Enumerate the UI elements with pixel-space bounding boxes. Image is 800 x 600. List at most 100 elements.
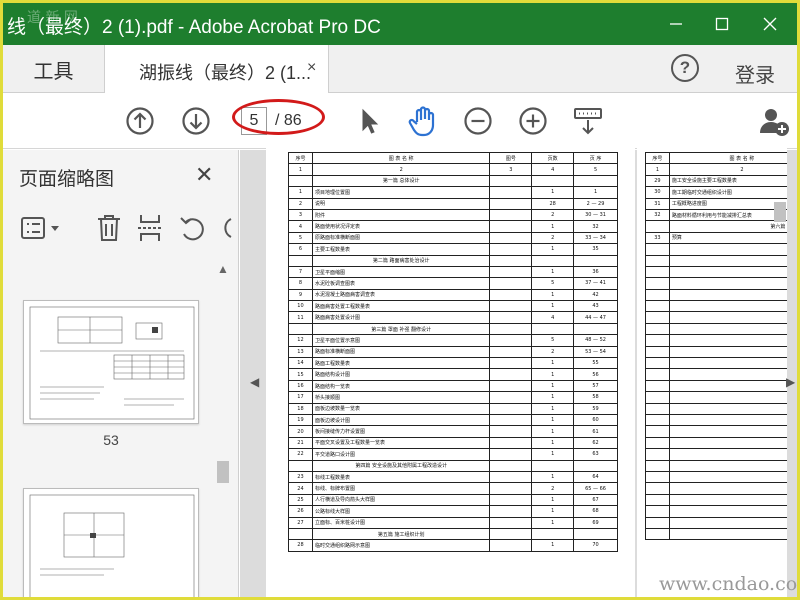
table-row: 28 临时交通组织路网示意图 1 70 [288,539,618,552]
thumbnail-scrollbar[interactable]: ▲ [213,256,233,597]
table-row: 12 卫星平面位置示意图 5 48 — 52 [288,334,618,347]
table-row: 25 人行横道及导向箭头大样图 1 67 [288,493,618,507]
scrollbar-thumb[interactable] [217,461,229,483]
zoom-out-button[interactable] [462,105,494,137]
table-cell [645,391,670,404]
table-cell: 48 — 52 [573,334,618,347]
table-cell: 项目地理位置图 [311,186,491,199]
prev-page-button[interactable] [124,105,156,137]
scrollbar-thumb[interactable] [774,202,786,222]
table-row [645,459,787,472]
table-row: 9 水泥混凝土路面病害调查表 1 42 [288,288,618,302]
table-cell: 16 [288,379,313,393]
table-row: 2 说明 28 2 — 29 [288,197,618,210]
table-cell: 5 [573,163,618,176]
table-cell [489,174,533,188]
close-window-button[interactable] [747,3,793,45]
panel-close-button[interactable]: ✕ [195,162,213,188]
table-row: 12 [645,163,787,176]
table-cell: 18 [288,402,313,416]
table-cell: 1 [531,493,575,507]
table-cell: 水泥砼板调查图表 [311,277,491,290]
section-row: 第三篇 罩面 补强 翻修设计 [288,322,618,336]
scroll-up-icon[interactable]: ▲ [217,262,229,276]
table-cell [645,254,670,267]
table-cell: 5 [531,334,575,347]
table-cell: 1 [288,186,313,199]
table-row: 5 原路面标准横断面图 2 33 — 34 [288,231,618,245]
table-row: 27 立面标、百米桩设计图 1 69 [288,516,618,529]
page-thumbnail[interactable] [23,488,199,597]
table-cell [531,459,575,472]
section-row: 第四篇 安全设施及其他附属工程改造设计 [288,459,618,472]
table-cell: 62 [573,436,618,450]
delete-page-button[interactable] [93,212,125,244]
table-cell: 1 [531,300,575,313]
table-cell: 面板边坡设计图 [311,413,491,427]
table-cell: 路面标准横断面图 [311,345,491,359]
share-user-button[interactable] [758,105,790,137]
table-cell: 25 [288,493,313,507]
table-cell: 20 [288,425,313,438]
table-cell [489,459,533,472]
table-cell: 卫星平面缩图 [311,265,491,279]
table-row: 32 路面材料循环利用与节能减排汇总表 [645,208,787,222]
minimize-button[interactable] [653,3,699,45]
tab-document[interactable]: 湖振线（最终）2 (1... × [105,45,329,94]
document-view[interactable]: ◀ 序号图 表 名 称图号 页数页 序 1 2 3 4 5 第一篇 总体设计 1 项目地理位置图 1… [240,144,797,597]
table-cell [645,277,670,290]
table-cell: 2 [531,231,575,245]
prev-page-icon [126,107,154,135]
table-cell: 4 [531,311,575,324]
table-cell [573,174,618,188]
tab-tools[interactable]: 工具 [3,45,105,93]
table-cell: 路面结构一览表 [311,379,491,393]
document-scrollbar[interactable] [770,150,790,597]
hand-tool-button[interactable] [407,105,439,137]
table-cell [489,300,533,313]
table-cell [645,265,670,279]
keyboard-tool-button[interactable] [572,105,604,137]
table-cell: 2 [531,482,575,495]
table-cell [573,254,618,267]
table-cell [489,357,533,370]
section-row: 第五篇 施工组织计划 [288,527,618,541]
table-cell: 4 [288,220,313,233]
table-cell: 主要工程数量表 [311,243,491,256]
table-cell: 29 [645,174,670,188]
table-cell: 1 [573,186,618,199]
table-cell: 2 [311,163,491,176]
rotate-page-button[interactable] [177,212,207,244]
next-page-button[interactable] [180,105,212,137]
select-tool-button[interactable] [353,105,385,137]
table-cell: 33 [645,231,670,245]
table-cell: 60 [573,413,618,427]
collapse-left-panel-icon[interactable]: ◀ [250,375,259,389]
zoom-in-button[interactable] [517,105,549,137]
tab-close-button[interactable]: × [307,59,316,77]
site-watermark-top: 道 新 网 [27,10,78,26]
table-cell: 42 [573,288,618,302]
table-row: 1 项目地理位置图 1 1 [288,186,618,199]
table-row: 18 面板边坡数量一览表 1 59 [288,402,618,416]
table-cell [645,322,670,336]
page-thumbnail[interactable] [23,300,199,424]
maximize-button[interactable] [699,3,745,45]
table-row: 序号图 表 名 称 [645,151,787,165]
table-row: 11 路面病害处置设计图 4 44 — 47 [288,311,618,324]
table-cell [489,539,533,552]
table-row: 6 主要工程数量表 1 35 [288,243,618,256]
table-cell: 9 [288,288,313,302]
table-row [645,368,787,381]
table-cell [288,527,313,541]
extract-page-button[interactable] [135,212,165,244]
table-cell [489,345,533,359]
table-cell [645,459,670,472]
more-tools-button[interactable] [219,212,239,244]
help-button[interactable]: ? [671,54,699,82]
table-cell [645,505,670,518]
thumbnail-options-button[interactable] [19,212,65,244]
table-cell [645,243,670,256]
login-button[interactable]: 登录 [735,59,775,88]
collapse-right-panel-icon[interactable]: ▶ [786,375,795,389]
